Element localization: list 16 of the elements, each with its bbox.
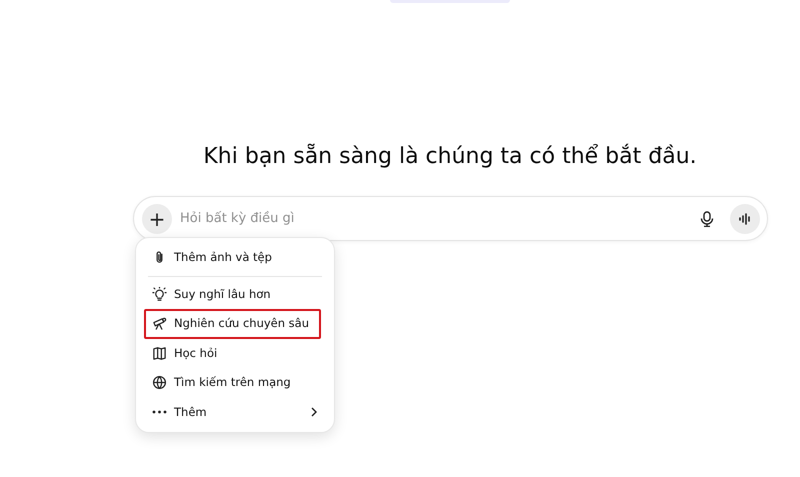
add-button[interactable]: + [142, 204, 172, 234]
menu-item[interactable]: Tìm kiếm trên mạng [144, 368, 326, 398]
menu-item[interactable]: Suy nghĩ lâu hơn [144, 280, 326, 309]
microphone-icon[interactable] [700, 210, 714, 226]
waveform-icon [738, 212, 752, 224]
menu-item[interactable]: Thêm ảnh và tệp [144, 243, 326, 272]
globe-icon [152, 375, 167, 390]
more-icon [152, 410, 167, 414]
menu-item[interactable]: Nghiên cứu chuyên sâu [144, 309, 321, 338]
welcome-heading: Khi bạn sẵn sàng là chúng ta có thể bắt đầu. [202, 142, 698, 171]
menu-item[interactable]: Học hỏi [144, 338, 326, 368]
telescope-icon [152, 316, 167, 332]
voice-mode-button[interactable] [730, 204, 760, 234]
prompt-field[interactable]: + Hỏi bất kỳ điều gì [133, 196, 768, 241]
menu-item[interactable]: Thêm [144, 398, 326, 427]
lightbulb-icon [152, 286, 167, 302]
